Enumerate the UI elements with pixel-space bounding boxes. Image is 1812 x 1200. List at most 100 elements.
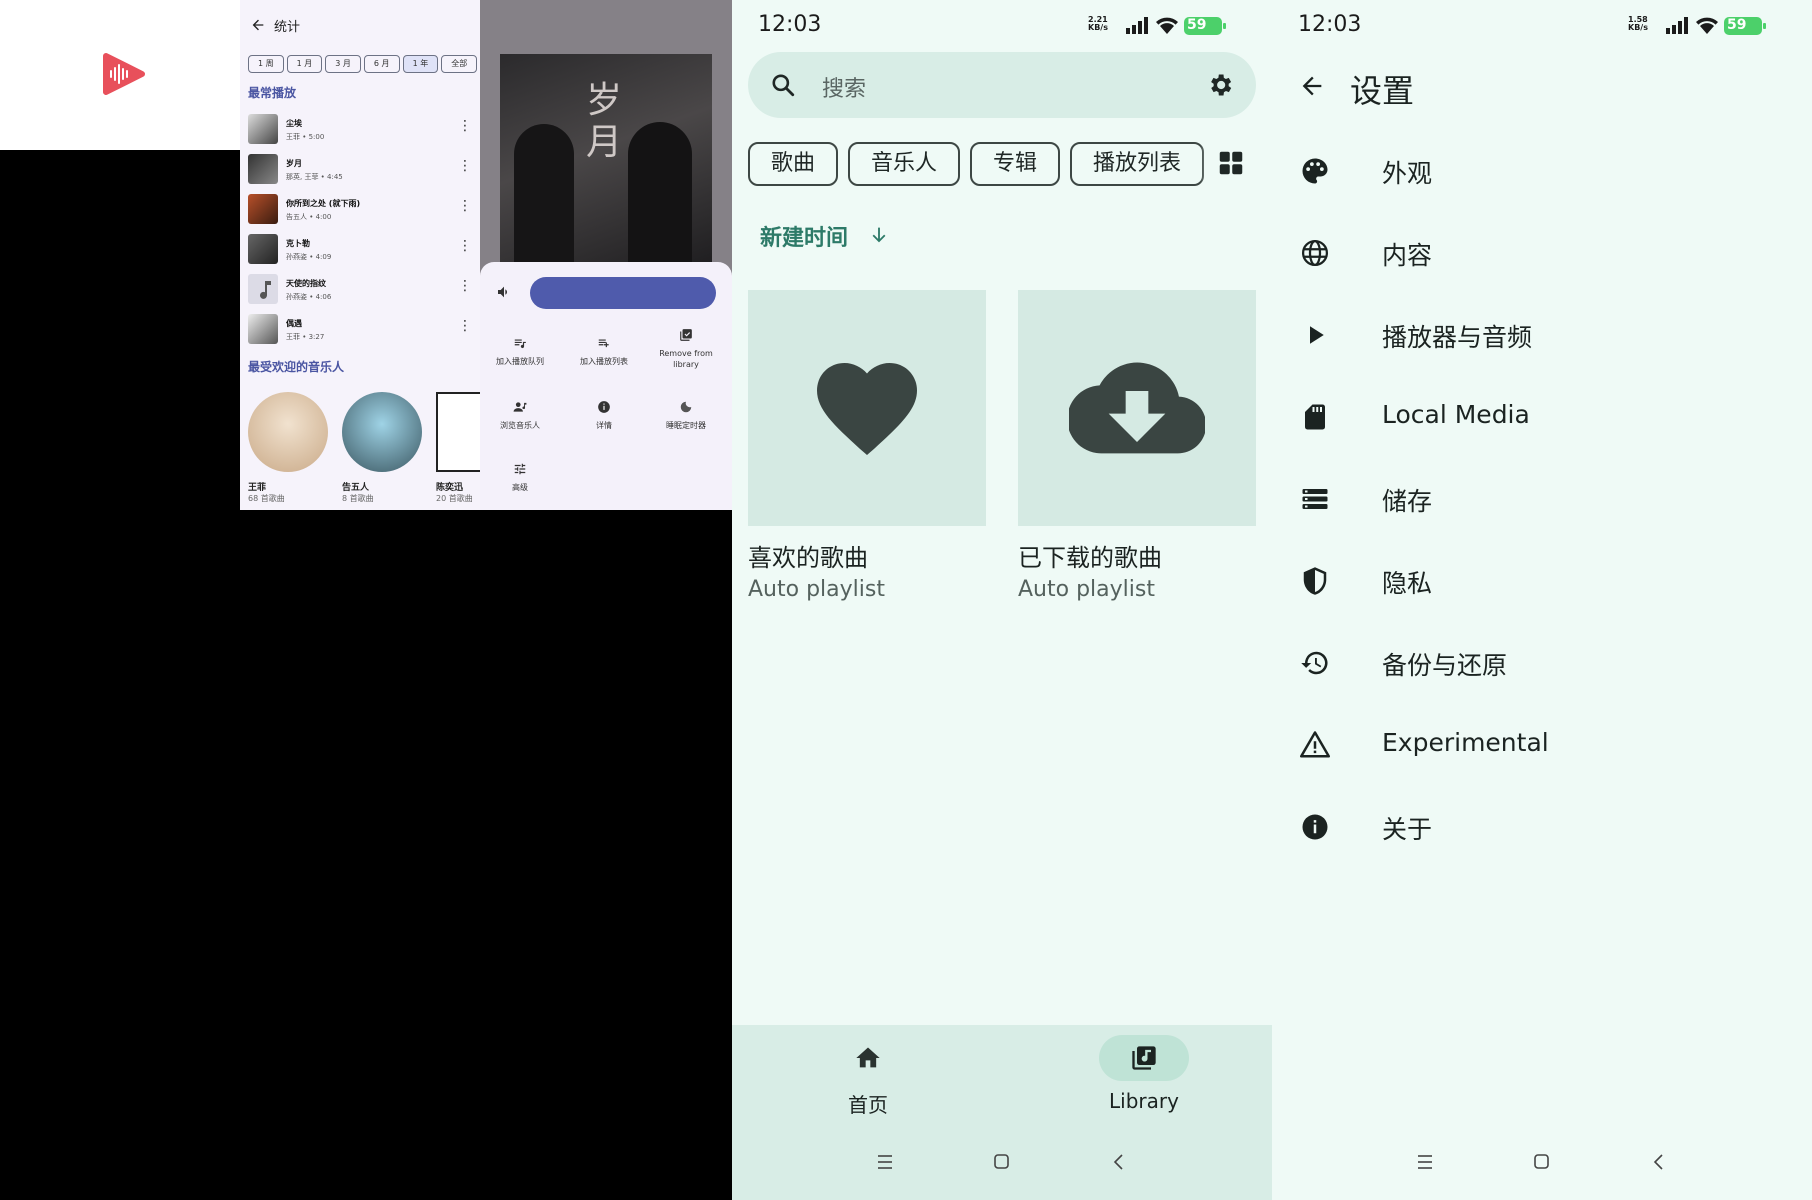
tab-playlists[interactable]: 播放列表 — [1070, 142, 1205, 186]
artist-song-count: 20 首歌曲 — [436, 494, 473, 503]
settings-item-storage[interactable]: 储存 — [1300, 478, 1780, 518]
playlist-subtitle: Auto playlist — [748, 577, 885, 602]
cloud-download-icon — [1069, 362, 1205, 454]
list-item[interactable]: 天使的指纹 孙燕姿 • 4:06 ⋮ — [248, 270, 474, 308]
settings-item-label: 关于 — [1382, 815, 1433, 844]
tab-songs[interactable]: 歌曲 — [748, 142, 839, 186]
action-browse-artist[interactable]: 浏览音乐人 — [480, 400, 560, 431]
list-item[interactable]: 偶遇 王菲 • 3:27 ⋮ — [248, 310, 474, 348]
palette-icon — [1302, 158, 1328, 184]
battery-level: 59 — [1727, 17, 1747, 33]
nav-label: Library — [1109, 1089, 1179, 1113]
chip-period[interactable]: 1 周 — [248, 55, 284, 73]
settings-item-local-media[interactable]: Local Media — [1300, 396, 1780, 436]
info-icon — [1302, 814, 1328, 840]
playlist-art — [1018, 290, 1256, 526]
filter-tabs: 歌曲 音乐人 专辑 播放列表 — [748, 142, 1214, 186]
playlist-title: 已下载的歌曲 — [1018, 544, 1162, 572]
action-add-to-queue[interactable]: 加入播放队列 — [480, 336, 560, 367]
stats-panel: 统计 1 周1 月3 月6 月1 年全部 最常播放 尘埃 王菲 • 5:00 ⋮… — [240, 0, 480, 510]
app-logo-icon — [102, 52, 146, 96]
nav-pill — [823, 1035, 913, 1081]
nav-library[interactable]: Library — [1064, 1035, 1224, 1113]
action-label: 高级 — [512, 483, 528, 492]
back-arrow-icon[interactable] — [1298, 72, 1326, 100]
list-item[interactable]: 克卜勒 孙燕姿 • 4:09 ⋮ — [248, 230, 474, 268]
section-title-top-artists: 最受欢迎的音乐人 — [248, 360, 345, 374]
chip-period[interactable]: 1 月 — [286, 55, 323, 73]
settings-item-label: 备份与还原 — [1382, 651, 1508, 680]
more-vert-icon[interactable]: ⋮ — [458, 159, 472, 173]
action-advanced[interactable]: 高级 — [480, 462, 560, 493]
more-vert-icon[interactable]: ⋮ — [458, 199, 472, 213]
artist-song-count: 68 首歌曲 — [248, 494, 285, 503]
song-meta: 那英, 王菲 • 4:45 — [286, 173, 343, 181]
artist-name: 告五人 — [342, 483, 370, 493]
home-icon — [856, 1047, 880, 1068]
gear-icon[interactable] — [1206, 71, 1234, 99]
page-title: 统计 — [274, 20, 301, 35]
menu-icon — [878, 1155, 892, 1169]
back-arrow-icon[interactable] — [250, 17, 266, 33]
action-label: 加入播放列表 — [580, 357, 628, 366]
action-details[interactable]: 详情 — [564, 400, 644, 431]
settings-item-label: Experimental — [1382, 728, 1549, 757]
action-add-to-playlist[interactable]: 加入播放列表 — [564, 336, 644, 367]
status-icons: 1.58 KB/s 59 — [1628, 14, 1774, 38]
song-meta: 告五人 • 4:00 — [286, 213, 332, 221]
more-vert-icon[interactable]: ⋮ — [458, 119, 472, 133]
tune-icon — [514, 463, 526, 475]
tab-artists[interactable]: 音乐人 — [848, 142, 961, 186]
settings-item-player-audio[interactable]: 播放器与音频 — [1300, 314, 1780, 354]
song-meta: 孙燕姿 • 4:06 — [286, 293, 332, 301]
settings-item-appearance[interactable]: 外观 — [1300, 150, 1780, 190]
nav-home[interactable]: 首页 — [788, 1035, 948, 1118]
song-title: 岁月 — [286, 159, 302, 168]
arrow-down-icon[interactable] — [868, 224, 890, 246]
play-icon — [1310, 326, 1324, 344]
chip-period-selected[interactable]: 1 年 — [402, 55, 439, 73]
avatar — [342, 392, 422, 472]
song-meta: 王菲 • 5:00 — [286, 133, 325, 141]
artist-card[interactable]: 告五人 8 首歌曲 — [342, 392, 422, 504]
chip-period[interactable]: 6 月 — [363, 55, 400, 73]
nav-label: 首页 — [848, 1093, 888, 1117]
settings-item-backup-restore[interactable]: 备份与还原 — [1300, 642, 1780, 682]
action-remove-from-library[interactable]: Remove from library — [646, 328, 726, 370]
artist-card[interactable]: 陈奕迅 20 首歌曲 — [436, 392, 480, 504]
chip-period[interactable]: 3 月 — [325, 55, 361, 73]
more-vert-icon[interactable]: ⋮ — [458, 279, 472, 293]
settings-item-privacy[interactable]: 隐私 — [1300, 560, 1780, 600]
volume-slider[interactable] — [530, 277, 716, 309]
settings-item-label: 播放器与音频 — [1382, 323, 1533, 352]
section-title-most-played: 最常播放 — [248, 86, 297, 100]
playlist-card-downloaded[interactable]: 已下载的歌曲 Auto playlist — [1018, 290, 1256, 602]
action-label: 浏览音乐人 — [500, 421, 540, 430]
tab-albums[interactable]: 专辑 — [970, 142, 1061, 186]
battery-level: 59 — [1187, 17, 1207, 33]
search-bar[interactable]: 搜索 — [748, 52, 1256, 118]
sort-selector[interactable]: 新建时间 — [760, 220, 848, 252]
action-sleep-timer[interactable]: 睡眠定时器 — [646, 400, 726, 431]
period-chips: 1 周1 月3 月6 月1 年全部 — [248, 51, 480, 73]
status-time: 12:03 — [758, 12, 822, 37]
song-title: 尘埃 — [286, 119, 302, 128]
list-item[interactable]: 岁月 那英, 王菲 • 4:45 ⋮ — [248, 150, 474, 188]
playlist-card-liked[interactable]: 喜欢的歌曲 Auto playlist — [748, 290, 986, 602]
settings-item-experimental[interactable]: Experimental — [1300, 724, 1780, 764]
more-vert-icon[interactable]: ⋮ — [458, 239, 472, 253]
playlist-art — [748, 290, 986, 526]
album-cover: 岁月 — [500, 54, 712, 266]
list-item[interactable]: 尘埃 王菲 • 5:00 ⋮ — [248, 110, 474, 148]
artist-card[interactable]: 王菲 68 首歌曲 — [248, 392, 328, 504]
song-thumbnail — [248, 194, 278, 224]
settings-item-content[interactable]: 内容 — [1300, 232, 1780, 272]
song-title: 偶遇 — [286, 319, 302, 328]
grid-view-icon[interactable] — [1216, 148, 1246, 178]
settings-item-label: 内容 — [1382, 241, 1433, 270]
more-vert-icon[interactable]: ⋮ — [458, 319, 472, 333]
chip-period[interactable]: 全部 — [441, 55, 478, 73]
sd-card-icon — [1305, 404, 1325, 430]
settings-item-about[interactable]: 关于 — [1300, 806, 1780, 846]
list-item[interactable]: 你所到之处 (就下雨) 告五人 • 4:00 ⋮ — [248, 190, 474, 228]
